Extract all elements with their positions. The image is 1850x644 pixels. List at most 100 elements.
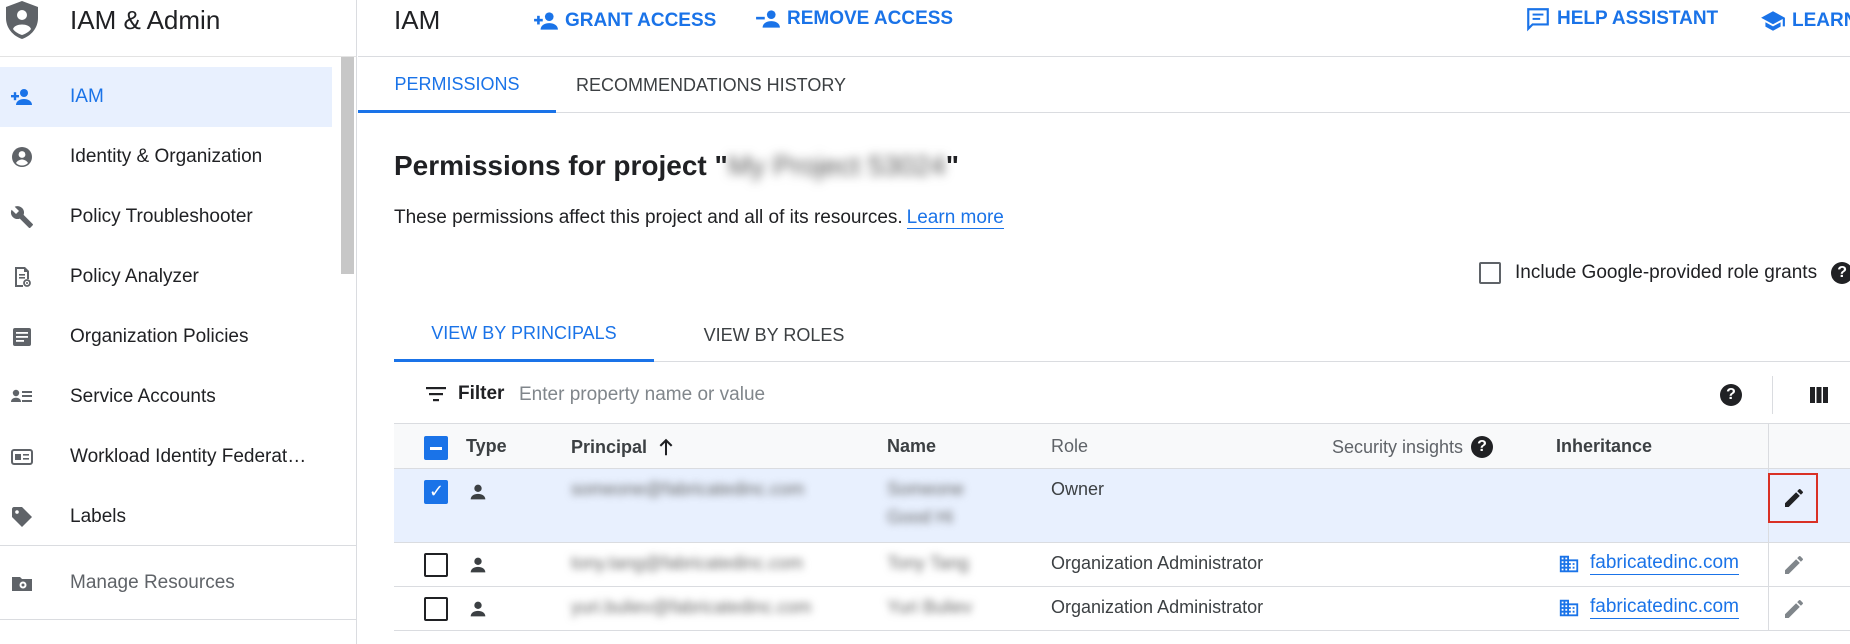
- inheritance-link[interactable]: fabricatedinc.com: [1558, 552, 1739, 575]
- column-header-label: Principal: [571, 436, 648, 457]
- sidebar-item-label: Policy Troubleshooter: [70, 206, 253, 227]
- role-value: Owner: [1051, 479, 1105, 499]
- list-document-icon: [13, 328, 31, 346]
- remove-access-button[interactable]: REMOVE ACCESS: [755, 6, 953, 32]
- wrench-icon: [10, 206, 33, 228]
- filter-input[interactable]: [519, 380, 1319, 410]
- principal-name: Yuri Buliev: [887, 597, 973, 617]
- inheritance-domain: fabricatedinc.com: [1590, 552, 1739, 575]
- table-row[interactable]: someone@fabricatedinc.com Someone Good H…: [394, 469, 1850, 543]
- tab-permissions[interactable]: PERMISSIONS: [358, 58, 556, 113]
- row-checkbox[interactable]: [424, 553, 448, 577]
- policy-analyzer-icon: [15, 267, 31, 287]
- select-all-checkbox[interactable]: [424, 436, 448, 460]
- person-add-icon: [11, 89, 32, 105]
- learn-button[interactable]: LEARN: [1760, 8, 1850, 34]
- include-google-grants-toggle[interactable]: Include Google-provided role grants ?: [1479, 262, 1850, 284]
- sidebar-item-policy-troubleshooter[interactable]: Policy Troubleshooter: [0, 187, 332, 247]
- label-tag-icon: [12, 507, 32, 527]
- account-circle-icon: [12, 147, 32, 167]
- person-add-icon: [534, 12, 558, 30]
- filter-help-icon[interactable]: ?: [1720, 384, 1742, 406]
- manage-resources-icon: [12, 577, 32, 591]
- column-header-type[interactable]: Type: [466, 436, 507, 457]
- sidebar-item-labels[interactable]: Labels: [0, 487, 332, 547]
- learn-more-link[interactable]: Learn more: [906, 207, 1004, 229]
- grant-access-label: GRANT ACCESS: [565, 10, 717, 31]
- column-header-role[interactable]: Role: [1051, 436, 1088, 457]
- help-assistant-label: HELP ASSISTANT: [1557, 8, 1719, 29]
- tab-recommendations-history[interactable]: RECOMMENDATIONS HISTORY: [556, 58, 866, 113]
- person-icon: [470, 484, 486, 500]
- include-grants-checkbox[interactable]: [1479, 262, 1501, 284]
- description-text: These permissions affect this project an…: [394, 207, 903, 228]
- include-grants-label: Include Google-provided role grants: [1515, 262, 1818, 283]
- grant-access-button[interactable]: GRANT ACCESS: [533, 8, 716, 34]
- principal-name: Tony Tang: [887, 553, 969, 573]
- sidebar-scrollbar[interactable]: [341, 57, 354, 274]
- sidebar-item-workload-identity-federation[interactable]: Workload Identity Federat…: [0, 427, 332, 487]
- sidebar-item-label: Policy Analyzer: [70, 266, 199, 287]
- page-title: IAM: [394, 5, 441, 35]
- person-icon: [470, 557, 486, 573]
- sidebar-item-organization-policies[interactable]: Organization Policies: [0, 307, 332, 367]
- row-checkbox[interactable]: [424, 480, 448, 504]
- iam-shield-logo-icon: [6, 1, 38, 39]
- edit-pencil-icon[interactable]: [1782, 597, 1806, 621]
- edit-pencil-icon[interactable]: [1782, 486, 1806, 510]
- learn-label: LEARN: [1792, 10, 1850, 31]
- filter-list-icon: [426, 387, 446, 402]
- arrow-upward-icon: [659, 438, 673, 456]
- table-row[interactable]: yuri.buliev@fabricatedinc.com Yuri Bulie…: [394, 587, 1850, 631]
- column-header-label: Security insights: [1332, 436, 1464, 457]
- inheritance-domain: fabricatedinc.com: [1590, 596, 1739, 619]
- help-assistant-button[interactable]: HELP ASSISTANT: [1525, 6, 1718, 32]
- sidebar-item-label: IAM: [70, 86, 104, 107]
- tab-view-by-principals[interactable]: VIEW BY PRINCIPALS: [394, 308, 654, 362]
- column-header-name[interactable]: Name: [887, 436, 936, 457]
- inheritance-link[interactable]: fabricatedinc.com: [1558, 596, 1739, 619]
- permissions-heading: Permissions for project " My Project 5302…: [394, 150, 959, 182]
- domain-building-icon: [1559, 599, 1579, 616]
- row-checkbox[interactable]: [424, 597, 448, 621]
- sidebar-item-label: Manage Resources: [70, 572, 235, 593]
- sidebar-item-manage-resources[interactable]: Manage Resources: [0, 553, 332, 613]
- school-cap-icon: [1761, 11, 1785, 31]
- column-display-icon[interactable]: [1807, 383, 1831, 407]
- service-account-icon: [11, 389, 32, 402]
- project-name: My Project 53024: [727, 150, 946, 181]
- principal-email: yuri.buliev@fabricatedinc.com: [571, 597, 812, 617]
- table-header-row: Type Principal Name Role Security insigh…: [394, 424, 1850, 469]
- sidebar-item-identity-organization[interactable]: Identity & Organization: [0, 127, 332, 187]
- sidebar-item-iam[interactable]: IAM: [0, 67, 332, 127]
- filter-bar: Filter ?: [394, 366, 1850, 424]
- sidebar-item-policy-analyzer[interactable]: Policy Analyzer: [0, 247, 332, 307]
- person-remove-icon: [756, 10, 780, 28]
- sidebar-item-service-accounts[interactable]: Service Accounts: [0, 367, 332, 427]
- column-header-label: Name: [887, 436, 937, 456]
- main-tabs: PERMISSIONS RECOMMENDATIONS HISTORY: [358, 58, 1850, 113]
- id-card-icon: [11, 449, 33, 465]
- filter-button[interactable]: Filter: [424, 382, 504, 406]
- action-column-divider: [1768, 424, 1769, 468]
- principal-name: Someone: [887, 479, 965, 499]
- person-icon: [470, 601, 486, 617]
- column-header-principal[interactable]: Principal: [571, 436, 677, 458]
- role-value: Organization Administrator: [1051, 553, 1264, 573]
- sidebar-title: IAM & Admin: [70, 5, 221, 35]
- role-value: Organization Administrator: [1051, 597, 1264, 617]
- column-header-inheritance[interactable]: Inheritance: [1556, 436, 1652, 457]
- table-row[interactable]: tony.tang@fabricatedinc.com Tony Tang Or…: [394, 543, 1850, 587]
- principal-name-line2: Good Hi: [887, 507, 954, 527]
- help-icon[interactable]: ?: [1831, 262, 1850, 284]
- heading-prefix: Permissions for project ": [394, 150, 728, 181]
- security-insights-help-icon[interactable]: ?: [1471, 436, 1494, 458]
- domain-building-icon: [1559, 555, 1579, 572]
- column-header-security-insights[interactable]: Security insights ?: [1332, 436, 1494, 458]
- sidebar-header: IAM & Admin: [0, 0, 356, 57]
- edit-pencil-icon[interactable]: [1782, 553, 1806, 577]
- top-bar: IAM GRANT ACCESS REMOVE ACCESS HELP ASSI…: [358, 0, 1850, 57]
- heading-suffix: ": [945, 150, 959, 181]
- principal-email: tony.tang@fabricatedinc.com: [571, 553, 804, 573]
- tab-view-by-roles[interactable]: VIEW BY ROLES: [654, 308, 894, 362]
